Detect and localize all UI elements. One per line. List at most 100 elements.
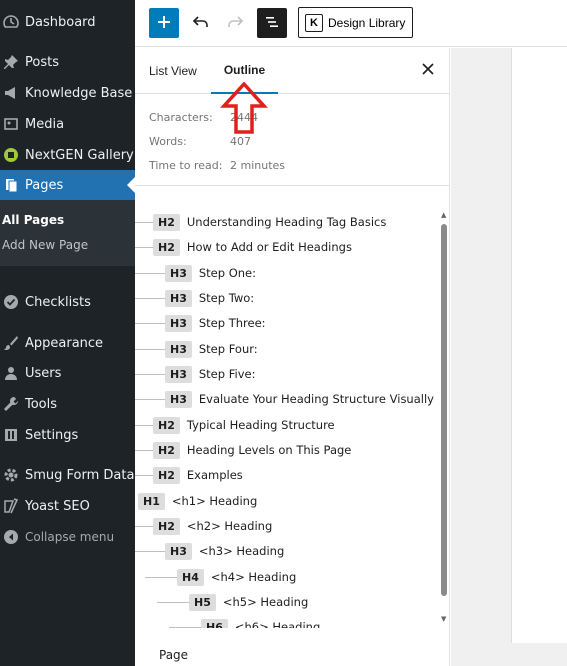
editor-page[interactable]: [511, 48, 567, 643]
outline-item[interactable]: H3 Step Five:: [165, 364, 255, 384]
undo-button[interactable]: [189, 11, 213, 35]
outline-scrollbar[interactable]: ▲ ▼: [439, 211, 449, 625]
menu-smug-form-label: Smug Form Data: [25, 467, 135, 483]
heading-level-badge: H2: [153, 441, 180, 459]
outline-item[interactable]: H3 Step Four:: [165, 339, 258, 359]
menu-checklists-label: Checklists: [25, 294, 91, 310]
menu-settings[interactable]: Settings: [0, 420, 135, 450]
outline-item[interactable]: H1 <h1> Heading: [138, 491, 257, 511]
outline-item[interactable]: H2 How to Add or Edit Headings: [153, 237, 352, 257]
outline-item-text: How to Add or Edit Headings: [186, 240, 352, 254]
outline-item-text: <h5> Heading: [222, 595, 309, 609]
outline-connector-line: [135, 450, 153, 451]
outline-connector-line: [135, 399, 165, 400]
pages-submenu: All Pages Add New Page: [0, 200, 135, 266]
document-stats: Characters: 2444 Words: 407 Time to read…: [135, 95, 450, 186]
outline-connector-line: [135, 526, 153, 527]
media-icon: [2, 115, 20, 133]
dashboard-icon: [2, 13, 20, 31]
list-view-icon: [264, 14, 280, 33]
menu-yoast-seo[interactable]: Yoast SEO: [0, 491, 135, 521]
admin-sidebar: Dashboard Posts Knowledge Base Media Nex…: [0, 0, 135, 666]
menu-posts-label: Posts: [25, 54, 59, 70]
time-to-read-label: Time to read:: [149, 159, 223, 172]
menu-dashboard-label: Dashboard: [25, 14, 96, 30]
outline-item-text: Step Two:: [198, 291, 255, 305]
outline-connector-line: [135, 551, 165, 552]
outline-item[interactable]: H3 Evaluate Your Heading Structure Visual…: [165, 389, 434, 409]
heading-level-badge: H3: [165, 314, 192, 332]
outline-item[interactable]: H3 Step Two:: [165, 288, 254, 308]
design-library-button[interactable]: K Design Library: [298, 7, 413, 38]
outline-item-text: Step Three:: [198, 316, 266, 330]
menu-tools[interactable]: Tools: [0, 389, 135, 419]
design-library-icon: K: [305, 13, 323, 32]
close-icon: [422, 62, 434, 80]
menu-posts[interactable]: Posts: [0, 47, 135, 77]
words-value: 407: [230, 135, 251, 148]
outline-item[interactable]: H3 <h3> Heading: [165, 541, 284, 561]
characters-label: Characters:: [149, 111, 213, 124]
heading-level-badge: H3: [165, 390, 192, 408]
settings-sliders-icon: [2, 426, 20, 444]
outline-item-text: <h6> Heading: [234, 620, 321, 628]
heading-level-badge: H4: [177, 568, 204, 586]
outline-item[interactable]: H6 <h6> Heading: [201, 617, 320, 628]
menu-smug-form-data[interactable]: Smug Form Data: [0, 460, 135, 490]
outline-connector-line: [135, 425, 153, 426]
outline-item-text: Step One:: [198, 266, 257, 280]
submenu-all-pages[interactable]: All Pages: [2, 213, 64, 227]
menu-knowledge-base[interactable]: Knowledge Base: [0, 78, 135, 108]
heading-level-badge: H6: [201, 618, 228, 628]
heading-level-badge: H3: [165, 365, 192, 383]
menu-nextgen-gallery[interactable]: NextGEN Gallery: [0, 140, 135, 170]
heading-level-badge: H5: [189, 593, 216, 611]
outline-item[interactable]: H2 Typical Heading Structure: [153, 415, 335, 435]
outline-item[interactable]: H3 Step Three:: [165, 313, 266, 333]
outline-connector-line: [135, 475, 153, 476]
tab-list-view[interactable]: List View: [149, 48, 197, 94]
heading-level-badge: H2: [153, 416, 180, 434]
outline-item[interactable]: H2 Understanding Heading Tag Basics: [153, 212, 386, 232]
document-overview-button[interactable]: [257, 8, 287, 38]
menu-media[interactable]: Media: [0, 109, 135, 139]
wrench-icon: [2, 395, 20, 413]
editor-canvas: [451, 48, 567, 666]
heading-level-badge: H2: [153, 213, 180, 231]
heading-level-badge: H2: [153, 517, 180, 535]
close-panel-button[interactable]: [419, 62, 437, 80]
outline-item-text: Step Four:: [198, 342, 258, 356]
scroll-thumb[interactable]: [441, 224, 447, 596]
document-overview-panel: List View Outline Characters: 2444 Words…: [135, 48, 450, 666]
heading-level-badge: H2: [153, 238, 180, 256]
menu-checklists[interactable]: Checklists: [0, 287, 135, 317]
outline-connector-line: [157, 602, 189, 603]
time-to-read-value: 2 minutes: [230, 159, 286, 172]
editor-toolbar: K Design Library: [135, 0, 567, 47]
menu-users[interactable]: Users: [0, 358, 135, 388]
outline-item[interactable]: H3 Step One:: [165, 263, 256, 283]
outline-item[interactable]: H5 <h5> Heading: [189, 592, 308, 612]
outline-item-text: <h2> Heading: [186, 519, 273, 533]
outline-item[interactable]: H4 <h4> Heading: [177, 567, 296, 587]
menu-appearance[interactable]: Appearance: [0, 328, 135, 358]
block-inserter-button[interactable]: [149, 8, 179, 38]
collapse-menu-button[interactable]: Collapse menu: [0, 522, 135, 552]
scroll-down-arrow-icon[interactable]: ▼: [441, 615, 446, 623]
outline-connector-line: [135, 247, 153, 248]
heading-level-badge: H3: [165, 542, 192, 560]
outline-connector-line: [135, 349, 165, 350]
breadcrumb[interactable]: Page: [159, 648, 188, 662]
outline-connector-line: [145, 577, 177, 578]
outline-connector-line: [135, 323, 165, 324]
menu-appearance-label: Appearance: [25, 335, 104, 351]
outline-item[interactable]: H2 <h2> Heading: [153, 516, 272, 536]
menu-dashboard[interactable]: Dashboard: [0, 7, 135, 37]
outline-item[interactable]: H2 Heading Levels on This Page: [153, 440, 351, 460]
redo-button[interactable]: [223, 11, 247, 35]
submenu-add-new-page[interactable]: Add New Page: [2, 238, 88, 252]
menu-pages[interactable]: Pages: [0, 170, 135, 200]
scroll-up-arrow-icon[interactable]: ▲: [441, 211, 446, 219]
outline-item[interactable]: H2 Examples: [153, 465, 243, 485]
panel-tabs: List View Outline: [135, 48, 450, 94]
